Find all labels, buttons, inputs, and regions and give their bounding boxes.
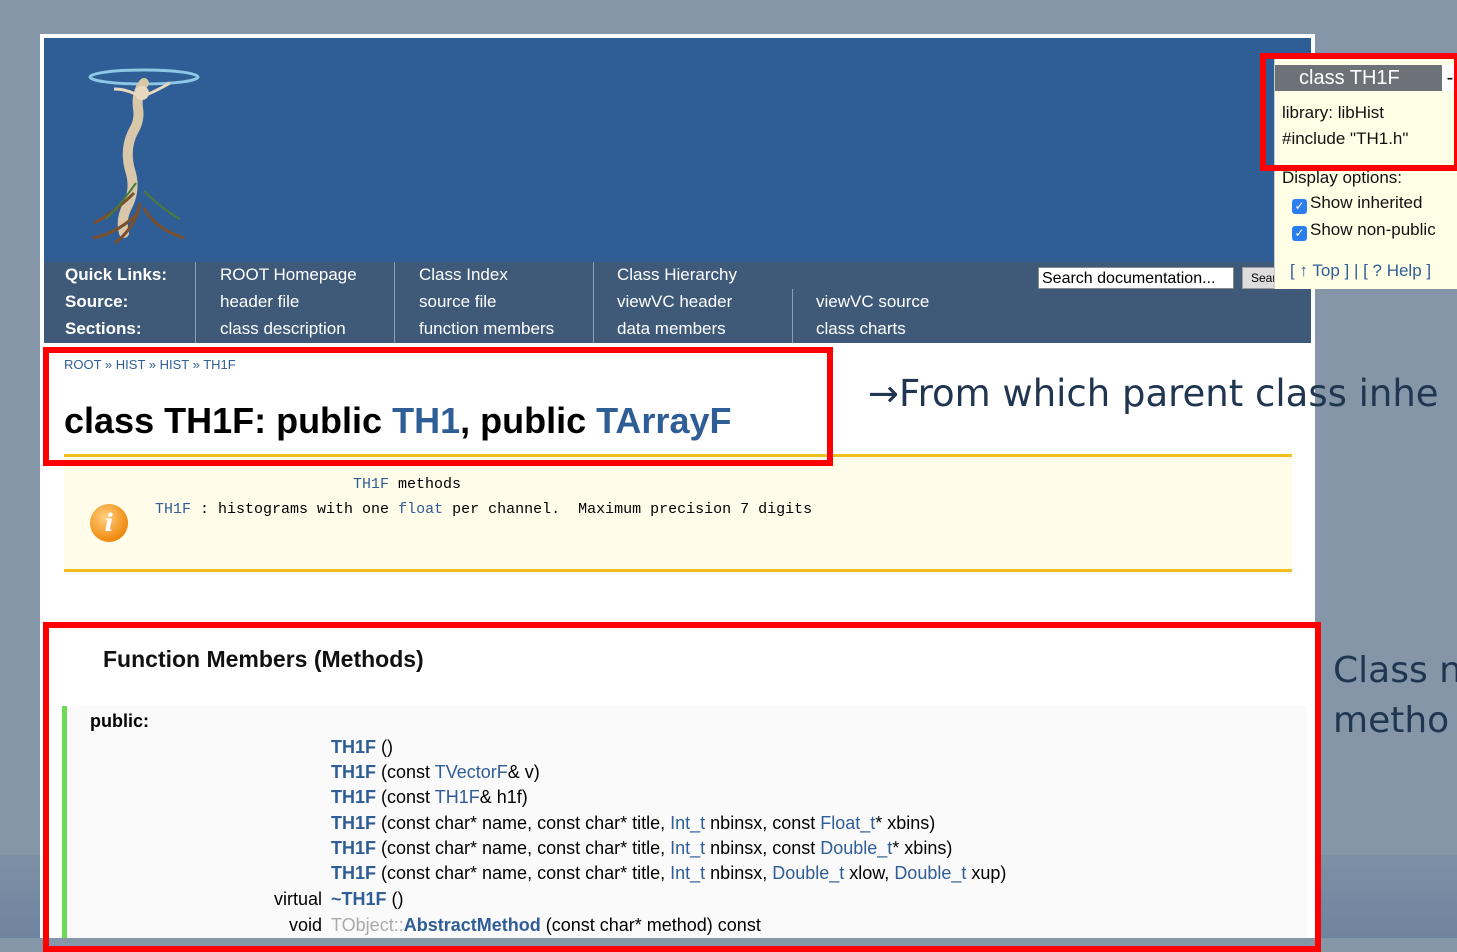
viewvc-source-link[interactable]: viewVC source bbox=[816, 289, 929, 315]
class-index-link[interactable]: Class Index bbox=[419, 262, 508, 288]
highlight-box-class-title bbox=[43, 347, 833, 466]
class-description-link[interactable]: class description bbox=[220, 316, 346, 342]
description-text-2: per channel. Maximum precision 7 digits bbox=[443, 501, 813, 518]
sections-label: Sections: bbox=[65, 319, 142, 338]
methods-heading-text: methods bbox=[389, 476, 462, 493]
class-name-link[interactable]: TH1F bbox=[353, 476, 389, 493]
annotation-class-methods-2: metho bbox=[1333, 700, 1450, 741]
class-name-link[interactable]: TH1F bbox=[155, 501, 191, 518]
show-non-public-label: Show non-public bbox=[1310, 220, 1436, 239]
annotation-class-methods-1: Class n bbox=[1333, 650, 1457, 691]
annotation-parent-class: →From which parent class inhe bbox=[868, 372, 1439, 415]
root-logo-icon bbox=[88, 68, 200, 245]
show-inherited-option[interactable]: ✓ Show inherited bbox=[1292, 193, 1422, 214]
highlight-box-class-info bbox=[1260, 53, 1457, 171]
show-non-public-option[interactable]: ✓ Show non-public bbox=[1292, 220, 1436, 241]
page-header bbox=[44, 38, 1311, 262]
quick-links-bar: Quick Links: ROOT Homepage Class Index C… bbox=[44, 262, 1311, 343]
nav-divider bbox=[195, 262, 196, 343]
description-text-1: : histograms with one bbox=[191, 501, 399, 518]
source-file-link[interactable]: source file bbox=[419, 289, 496, 315]
search-input[interactable]: Search documentation... bbox=[1038, 267, 1234, 289]
class-charts-link[interactable]: class charts bbox=[816, 316, 906, 342]
checkbox-checked-icon[interactable]: ✓ bbox=[1292, 226, 1307, 241]
class-description-box: i TH1F methods TH1F : histograms with on… bbox=[64, 454, 1292, 572]
info-icon: i bbox=[90, 504, 128, 542]
nav-divider bbox=[593, 262, 594, 343]
class-hierarchy-link[interactable]: Class Hierarchy bbox=[617, 262, 737, 288]
source-label: Source: bbox=[65, 292, 129, 311]
checkbox-checked-icon[interactable]: ✓ bbox=[1292, 199, 1307, 214]
data-members-link[interactable]: data members bbox=[617, 316, 726, 342]
function-members-link[interactable]: function members bbox=[419, 316, 554, 342]
nav-divider bbox=[394, 262, 395, 343]
show-inherited-label: Show inherited bbox=[1310, 193, 1423, 212]
root-homepage-link[interactable]: ROOT Homepage bbox=[220, 262, 357, 288]
viewvc-header-link[interactable]: viewVC header bbox=[617, 289, 732, 315]
highlight-box-methods bbox=[43, 622, 1321, 952]
header-file-link[interactable]: header file bbox=[220, 289, 299, 315]
class-description-text: TH1F : histograms with one float per cha… bbox=[155, 501, 812, 518]
nav-divider bbox=[792, 289, 793, 343]
methods-heading: TH1F methods bbox=[353, 476, 461, 493]
panel-nav-links[interactable]: [ ↑ Top ] | [ ? Help ] bbox=[1290, 261, 1431, 281]
quick-links-label: Quick Links: bbox=[65, 265, 168, 284]
float-type-link[interactable]: float bbox=[398, 501, 443, 518]
display-options-label: Display options: bbox=[1282, 168, 1403, 187]
